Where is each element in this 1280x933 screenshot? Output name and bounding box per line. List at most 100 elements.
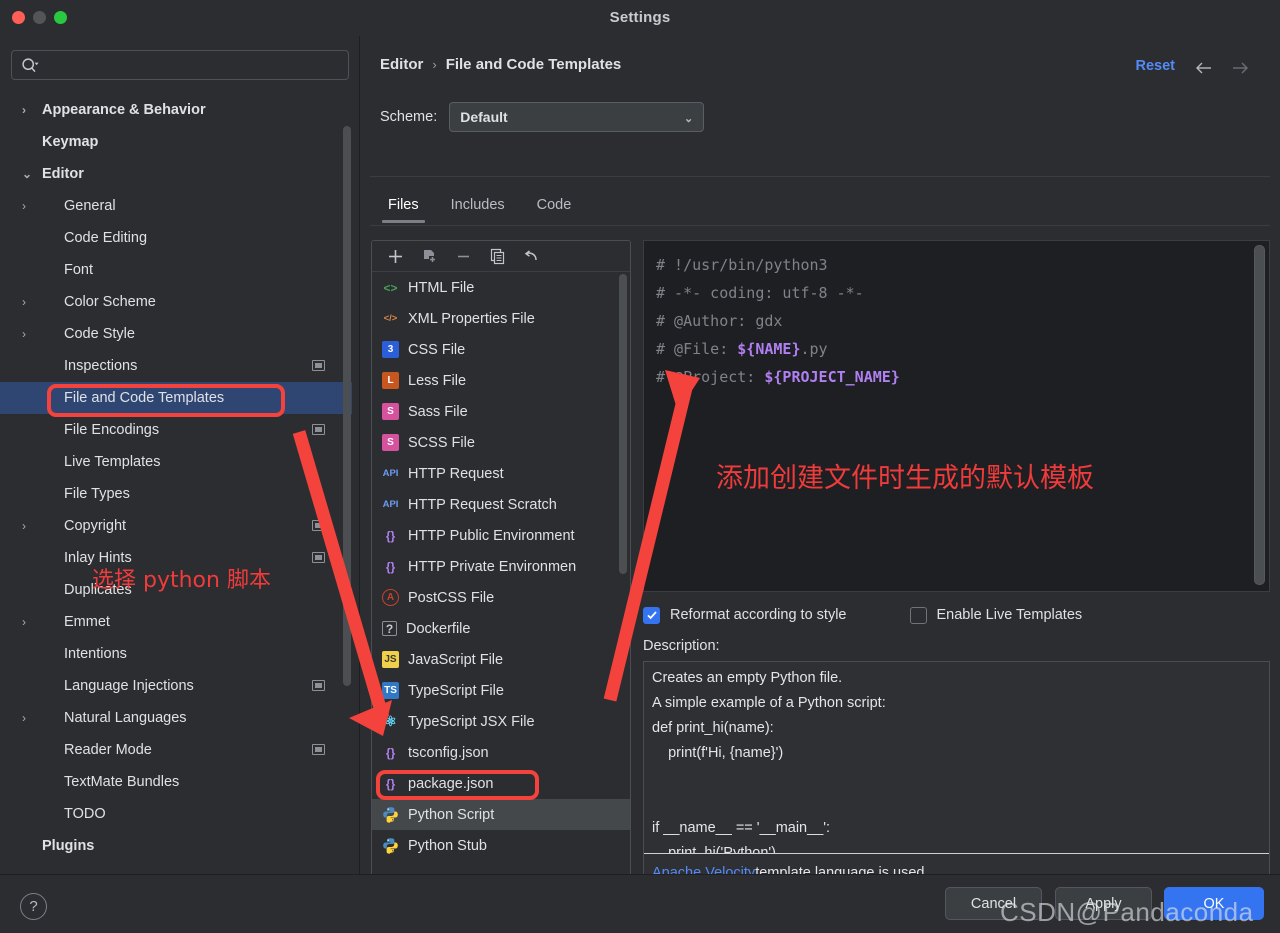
settings-content: Editor › File and Code Templates Reset S…	[360, 36, 1280, 892]
sidebar-scrollbar-thumb[interactable]	[343, 126, 351, 686]
template-list-item[interactable]: <> HTML File	[372, 272, 630, 303]
copy-template-button[interactable]	[414, 244, 444, 268]
template-list-item[interactable]: A PostCSS File	[372, 582, 630, 613]
chevron-down-icon[interactable]: ⌄	[22, 158, 32, 190]
template-list-item[interactable]: </> XML Properties File	[372, 303, 630, 334]
add-template-button[interactable]	[380, 244, 410, 268]
tab-files[interactable]: Files	[372, 191, 435, 223]
template-editor[interactable]: # !/usr/bin/python3 # -*- coding: utf-8 -…	[643, 240, 1270, 592]
template-list-item[interactable]: 3 CSS File	[372, 334, 630, 365]
template-list-item-label: SCSS File	[408, 434, 475, 451]
template-list-item[interactable]: ⚛ TypeScript JSX File	[372, 706, 630, 737]
sidebar-item-intentions[interactable]: Intentions	[0, 638, 352, 670]
sidebar-item-label: Intentions	[64, 646, 127, 662]
template-list-item[interactable]: JS JavaScript File	[372, 644, 630, 675]
chevron-right-icon[interactable]: ›	[22, 702, 26, 734]
typescript-icon: TS	[382, 682, 399, 699]
template-list-item[interactable]: Python Stub	[372, 830, 630, 861]
template-list-item[interactable]: {} HTTP Public Environment	[372, 520, 630, 551]
sidebar-item-inlay-hints[interactable]: Inlay Hints	[0, 542, 352, 574]
arrow-right-icon[interactable]	[1230, 58, 1250, 78]
template-list-vscrollbar[interactable]	[619, 274, 627, 574]
chevron-right-icon[interactable]: ›	[22, 286, 26, 318]
template-list-item-label: tsconfig.json	[408, 744, 489, 761]
sidebar-item-natural-languages[interactable]: › Natural Languages	[0, 702, 352, 734]
sidebar-item-label: Natural Languages	[64, 710, 187, 726]
sidebar-item-todo[interactable]: TODO	[0, 798, 352, 830]
sidebar-item-emmet[interactable]: › Emmet	[0, 606, 352, 638]
settings-tree[interactable]: › Appearance & Behavior Keymap ⌄ Editor › Gene…	[0, 94, 352, 874]
template-list-item[interactable]: Python Script	[372, 799, 630, 830]
sidebar-item-file-types[interactable]: File Types	[0, 478, 352, 510]
code-line: # @File: ${NAME}.py	[656, 335, 1257, 363]
editor-scrollbar[interactable]	[1254, 245, 1265, 585]
settings-sidebar: › Appearance & Behavior Keymap ⌄ Editor › Gene…	[0, 36, 360, 874]
sidebar-item-live-templates[interactable]: Live Templates	[0, 446, 352, 478]
sidebar-item-appearance-behavior[interactable]: › Appearance & Behavior	[0, 94, 352, 126]
python-icon	[382, 806, 399, 823]
sidebar-item-reader-mode[interactable]: Reader Mode	[0, 734, 352, 766]
duplicate-template-button[interactable]	[482, 244, 512, 268]
search-icon	[21, 57, 39, 75]
live-templates-checkbox[interactable]	[909, 606, 927, 624]
nav-arrows	[1194, 58, 1250, 78]
chevron-right-icon[interactable]: ›	[22, 510, 26, 542]
project-scope-icon	[312, 360, 325, 371]
template-list-item[interactable]: L Less File	[372, 365, 630, 396]
sidebar-item-general[interactable]: › General	[0, 190, 352, 222]
code-comment: # @Author: gdx	[656, 312, 783, 330]
reset-template-button[interactable]	[516, 244, 546, 268]
sidebar-item-file-encodings[interactable]: File Encodings	[0, 414, 352, 446]
sidebar-item-textmate-bundles[interactable]: TextMate Bundles	[0, 766, 352, 798]
sidebar-item-editor[interactable]: ⌄ Editor	[0, 158, 352, 190]
sidebar-item-font[interactable]: Font	[0, 254, 352, 286]
reset-link[interactable]: Reset	[1136, 58, 1176, 74]
code-line: # @Project: ${PROJECT_NAME}	[656, 363, 1257, 391]
sidebar-search[interactable]	[11, 50, 349, 80]
help-button[interactable]: ?	[20, 893, 47, 920]
template-list-item[interactable]: {} tsconfig.json	[372, 737, 630, 768]
code-comment: # @File:	[656, 340, 738, 358]
sidebar-item-color-scheme[interactable]: › Color Scheme	[0, 286, 352, 318]
sidebar-item-code-style[interactable]: › Code Style	[0, 318, 352, 350]
chevron-right-icon[interactable]: ›	[22, 318, 26, 350]
chevron-right-icon[interactable]: ›	[22, 606, 26, 638]
chevron-right-icon[interactable]: ›	[22, 190, 26, 222]
template-list-item[interactable]: S SCSS File	[372, 427, 630, 458]
sidebar-item-plugins[interactable]: Plugins	[0, 830, 352, 862]
template-list-item[interactable]: ? Dockerfile	[372, 613, 630, 644]
template-editor-code[interactable]: # !/usr/bin/python3 # -*- coding: utf-8 -…	[644, 241, 1269, 401]
template-list-item[interactable]: {} package.json	[372, 768, 630, 799]
template-list-item[interactable]: API HTTP Request	[372, 458, 630, 489]
code-comment: # @Project:	[656, 368, 765, 386]
html-icon: <>	[383, 280, 398, 295]
template-list-item-label: Sass File	[408, 403, 468, 420]
template-list[interactable]: <> HTML File </> XML Properties File 3 CSS Fi…	[372, 272, 630, 891]
template-list-item[interactable]: TS TypeScript File	[372, 675, 630, 706]
sidebar-item-language-injections[interactable]: Language Injections	[0, 670, 352, 702]
reformat-checkbox[interactable]	[643, 606, 660, 624]
sidebar-item-label: Code Editing	[64, 230, 148, 246]
sidebar-item-keymap[interactable]: Keymap	[0, 126, 352, 158]
template-tabs[interactable]: Files Includes Code	[372, 191, 587, 223]
arrow-left-icon[interactable]	[1194, 58, 1214, 78]
sidebar-item-file-and-code-templates[interactable]: File and Code Templates	[0, 382, 352, 414]
breadcrumb-root[interactable]: Editor	[380, 56, 423, 73]
scheme-select[interactable]: Default ⌄	[449, 102, 705, 132]
chevron-right-icon[interactable]: ›	[22, 94, 26, 126]
tab-code[interactable]: Code	[521, 191, 588, 223]
tab-includes[interactable]: Includes	[435, 191, 521, 223]
sidebar-item-copyright[interactable]: › Copyright	[0, 510, 352, 542]
editor-options-row: Reformat according to style Enable Live …	[643, 602, 1270, 628]
sidebar-item-duplicates[interactable]: Duplicates	[0, 574, 352, 606]
template-list-item[interactable]: API HTTP Request Scratch	[372, 489, 630, 520]
search-input[interactable]	[46, 51, 342, 79]
template-list-item-label: PostCSS File	[408, 589, 495, 606]
sidebar-item-code-editing[interactable]: Code Editing	[0, 222, 352, 254]
template-list-item-label: Dockerfile	[406, 620, 471, 637]
template-list-item[interactable]: S Sass File	[372, 396, 630, 427]
remove-template-button[interactable]	[448, 244, 478, 268]
sidebar-item-inspections[interactable]: Inspections	[0, 350, 352, 382]
template-list-item[interactable]: {} HTTP Private Environmen	[372, 551, 630, 582]
sidebar-scrollbar[interactable]	[343, 126, 351, 686]
